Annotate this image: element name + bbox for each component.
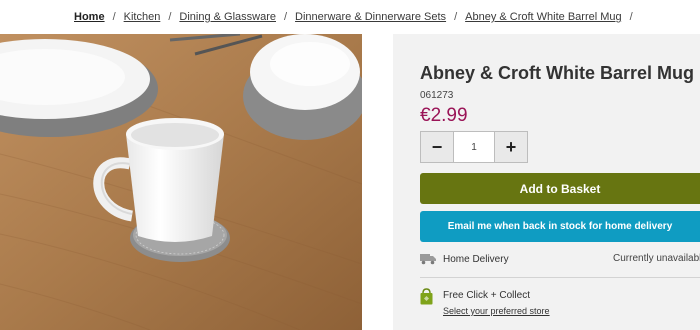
home-delivery-row: Home Delivery Currently unavailable	[420, 250, 700, 268]
breadcrumb-separator: /	[112, 11, 116, 23]
breadcrumb-separator: /	[629, 11, 633, 23]
quantity-increase-button[interactable]: +	[495, 132, 527, 162]
truck-icon	[420, 254, 436, 265]
quantity-stepper: − 1 +	[420, 131, 528, 163]
product-price: €2.99	[420, 105, 468, 126]
home-delivery-label: Home Delivery	[443, 253, 509, 265]
select-store-link[interactable]: Select your preferred store	[443, 306, 550, 316]
shopping-bag-icon	[420, 288, 433, 305]
breadcrumb-separator: /	[283, 11, 288, 23]
product-title: Abney & Croft White Barrel Mug	[420, 63, 695, 83]
quantity-input[interactable]: 1	[453, 132, 495, 162]
breadcrumb-kitchen-link[interactable]: Kitchen	[124, 11, 161, 23]
email-back-in-stock-button[interactable]: Email me when back in stock for home del…	[420, 211, 700, 242]
breadcrumb-separator: /	[168, 11, 172, 23]
plus-icon: +	[505, 136, 517, 157]
product-photo-illustration	[0, 34, 362, 330]
divider	[420, 277, 700, 278]
quantity-decrease-button[interactable]: −	[421, 132, 453, 162]
breadcrumb: Home / Kitchen / Dining & Glassware / Di…	[74, 10, 641, 24]
minus-icon: −	[431, 136, 443, 157]
breadcrumb-separator: /	[454, 11, 458, 23]
add-to-basket-button[interactable]: Add to Basket	[420, 173, 700, 204]
breadcrumb-home-link[interactable]: Home	[74, 11, 105, 23]
product-sku: 061273	[420, 90, 454, 101]
breadcrumb-dining-link[interactable]: Dining & Glassware	[179, 11, 276, 23]
home-delivery-status: Currently unavailable	[613, 253, 700, 264]
breadcrumb-product-link[interactable]: Abney & Croft White Barrel Mug	[465, 11, 622, 23]
click-collect-label: Free Click + Collect	[443, 290, 530, 301]
product-details-panel: Abney & Croft White Barrel Mug 061273 €2…	[393, 34, 700, 330]
product-image[interactable]	[0, 34, 362, 330]
breadcrumb-dinnerware-link[interactable]: Dinnerware & Dinnerware Sets	[295, 11, 446, 23]
